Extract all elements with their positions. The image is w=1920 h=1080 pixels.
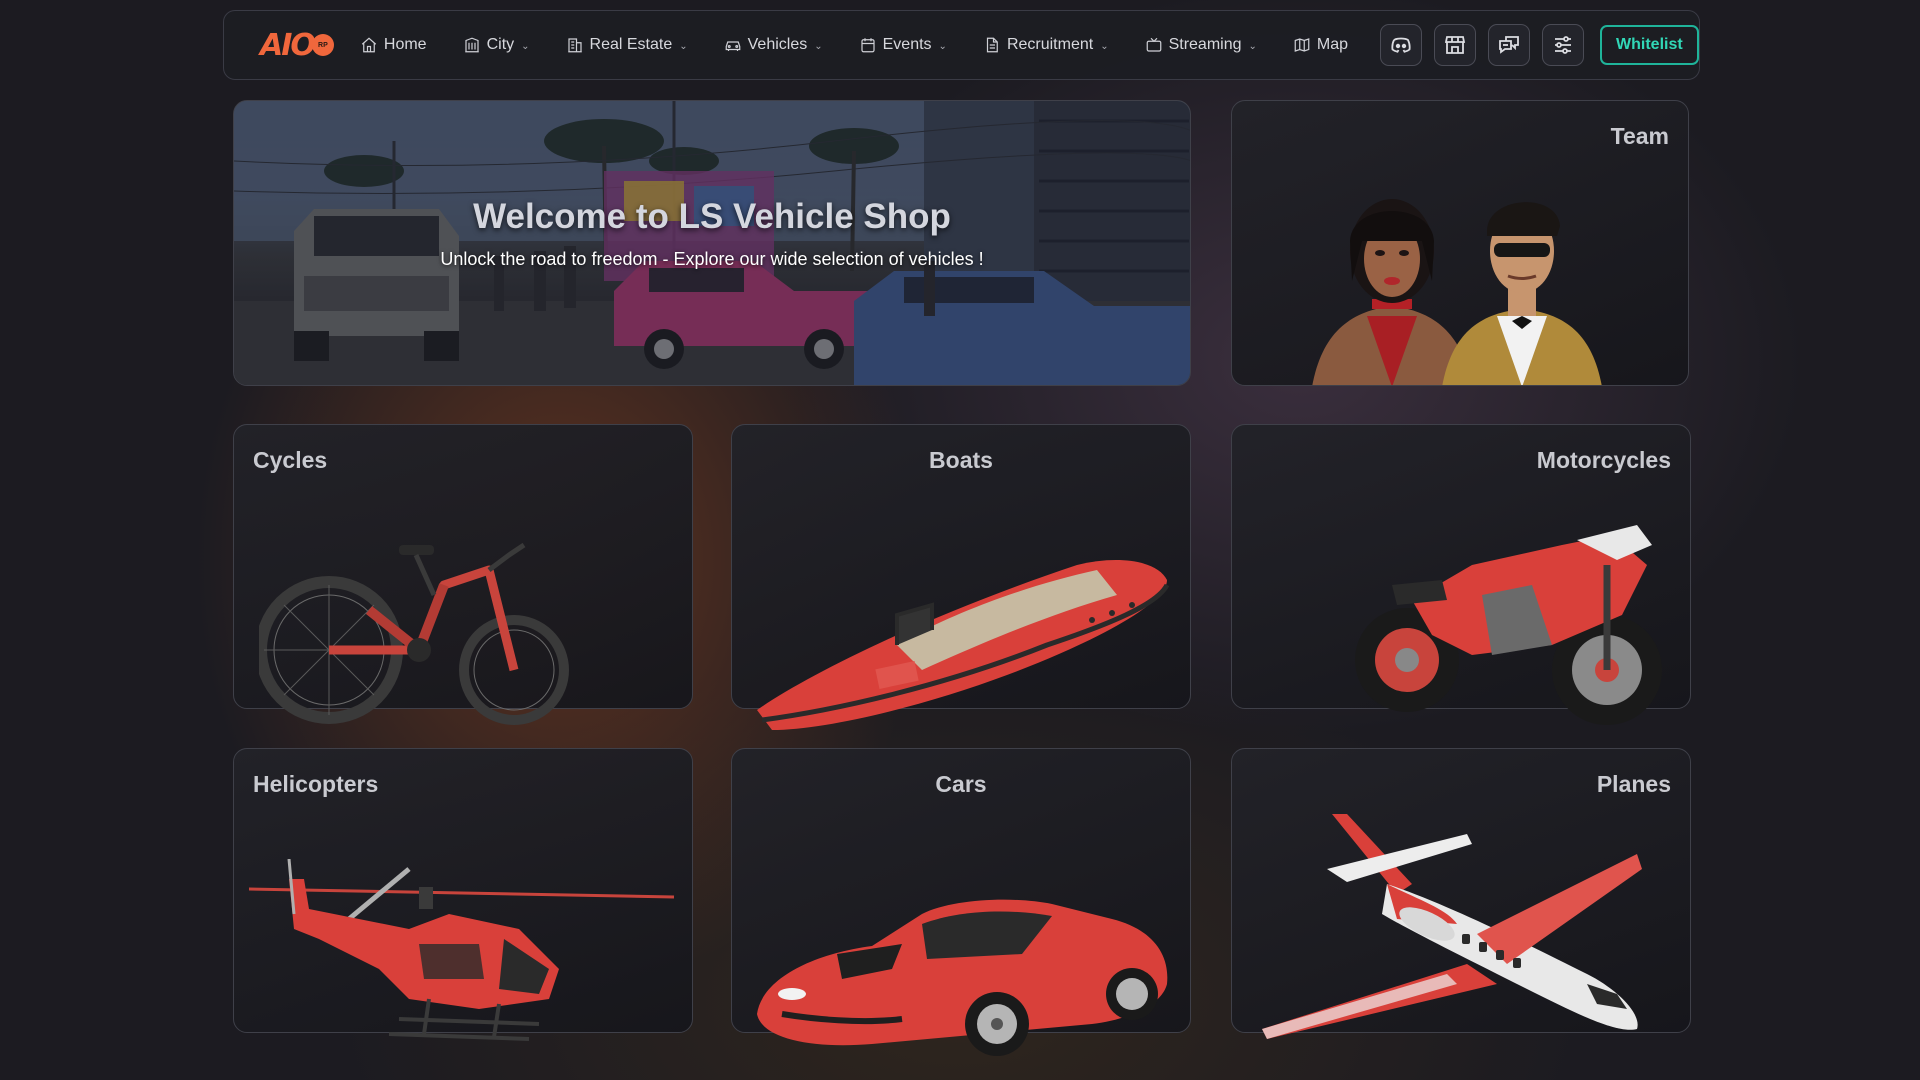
motorcycle-image <box>1355 525 1662 725</box>
store-button[interactable] <box>1434 24 1477 66</box>
document-icon <box>986 37 998 53</box>
chevron-down-icon: ⌄ <box>521 40 530 52</box>
hero-subtitle: Unlock the road to freedom - Explore our… <box>440 249 984 269</box>
nav-item-vehicles[interactable]: Vehicles ⌄ <box>724 36 823 54</box>
street-scene-image <box>234 101 1190 385</box>
nav-label-real-estate: Real Estate <box>589 36 673 53</box>
car-icon <box>725 41 740 51</box>
chevron-down-icon: ⌄ <box>938 40 947 52</box>
category-title-motorcycles: Motorcycles <box>1536 447 1671 473</box>
store-icon <box>1444 36 1466 54</box>
top-navbar: AIO RP Home City ⌄ Real Estate ⌄ Vehicle… <box>223 10 1700 80</box>
chevron-down-icon: ⌄ <box>814 40 823 52</box>
home-icon <box>361 37 377 53</box>
discord-button[interactable] <box>1380 24 1423 66</box>
nav-item-real-estate[interactable]: Real Estate ⌄ <box>566 36 688 54</box>
nav-label-streaming: Streaming <box>1168 36 1242 53</box>
category-card-cars[interactable]: Cars <box>731 748 1191 1056</box>
sports-car-image <box>757 899 1168 1056</box>
discord-icon <box>1391 37 1411 53</box>
tv-icon <box>1146 37 1161 52</box>
category-title-planes: Planes <box>1596 771 1671 797</box>
category-title-helicopters: Helicopters <box>253 771 379 797</box>
logo-text: AIO <box>260 27 316 63</box>
team-characters-image <box>1312 199 1602 385</box>
category-title-cycles: Cycles <box>253 447 328 473</box>
team-card[interactable]: Team <box>1231 100 1689 386</box>
chat-button[interactable] <box>1488 24 1531 66</box>
settings-sliders-icon <box>1555 36 1572 54</box>
nav-tools: Whitelist <box>1380 24 1699 66</box>
nav-links: Home City ⌄ Real Estate ⌄ Vehicles ⌄ Eve… <box>360 36 1384 54</box>
nav-label-recruitment: Recruitment <box>1006 36 1094 53</box>
hero-title: Welcome to LS Vehicle Shop <box>473 197 951 236</box>
nav-item-city[interactable]: City ⌄ <box>463 36 530 54</box>
building-icon <box>464 37 479 53</box>
category-title-boats: Boats <box>929 447 993 473</box>
nav-label-vehicles: Vehicles <box>747 36 808 53</box>
nav-label-home: Home <box>383 36 427 53</box>
chat-icon <box>1499 36 1519 54</box>
nav-item-home[interactable]: Home <box>360 36 427 54</box>
chevron-down-icon: ⌄ <box>1248 40 1257 52</box>
settings-button[interactable] <box>1542 24 1585 66</box>
logo-badge: RP <box>311 34 334 56</box>
chevron-down-icon: ⌄ <box>1100 40 1109 52</box>
bicycle-image <box>259 542 569 725</box>
hero-banner: Welcome to LS Vehicle Shop Unlock the ro… <box>233 100 1191 386</box>
calendar-icon <box>861 38 875 53</box>
boat-image <box>757 560 1170 730</box>
team-title: Team <box>1610 123 1669 149</box>
nav-item-streaming[interactable]: Streaming ⌄ <box>1145 36 1257 54</box>
helicopter-image <box>249 859 675 1041</box>
nav-item-map[interactable]: Map <box>1293 36 1348 54</box>
category-card-boats[interactable]: Boats <box>731 424 1191 730</box>
category-card-cycles[interactable]: Cycles <box>233 424 693 725</box>
jet-plane-image <box>1262 814 1642 1039</box>
nav-item-recruitment[interactable]: Recruitment ⌄ <box>983 36 1109 54</box>
whitelist-button[interactable]: Whitelist <box>1600 25 1699 65</box>
category-card-motorcycles[interactable]: Motorcycles <box>1231 424 1691 725</box>
real-estate-icon <box>567 38 582 53</box>
nav-item-events[interactable]: Events ⌄ <box>859 36 947 54</box>
site-logo[interactable]: AIO RP <box>260 28 334 63</box>
map-icon <box>1294 38 1310 52</box>
category-card-helicopters[interactable]: Helicopters <box>233 748 693 1041</box>
nav-label-map: Map <box>1316 36 1349 53</box>
category-card-planes[interactable]: Planes <box>1231 748 1691 1039</box>
chevron-down-icon: ⌄ <box>679 40 688 52</box>
nav-label-city: City <box>486 36 515 53</box>
nav-label-events: Events <box>882 36 932 53</box>
category-title-cars: Cars <box>935 771 987 797</box>
